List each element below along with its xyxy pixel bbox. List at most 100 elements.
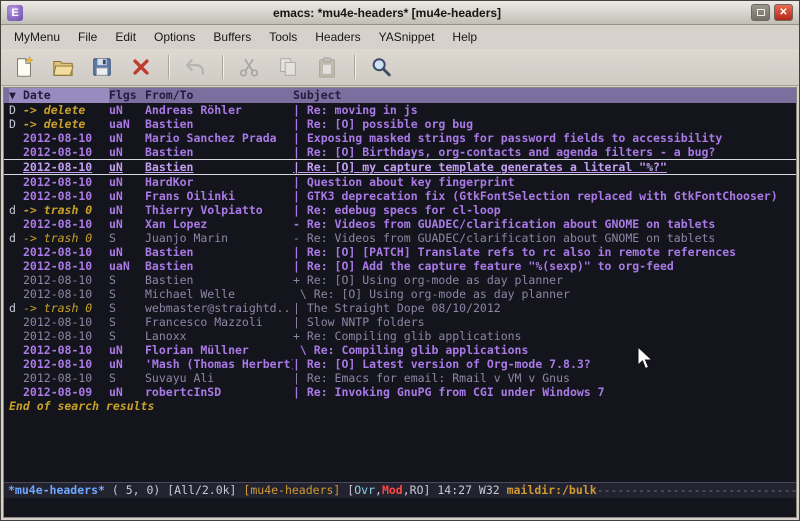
menu-tools[interactable]: Tools <box>260 27 306 47</box>
close-buffer-icon[interactable] <box>126 53 156 81</box>
col-mark <box>9 189 23 203</box>
toolbar-separator <box>354 55 356 79</box>
menu-edit[interactable]: Edit <box>106 27 145 47</box>
col-date: 2012-08-10 <box>23 217 109 231</box>
message-row[interactable]: 2012-08-10uaNBastien| Re: [O] Add the ca… <box>4 259 796 273</box>
col-subject: | Re: Invoking GnuPG from CGI under Wind… <box>293 385 796 399</box>
column-header-date[interactable]: Date <box>23 88 109 103</box>
message-row[interactable]: d-> trash 0SJuanjo Marin- Re: Videos fro… <box>4 231 796 245</box>
message-row[interactable]: 2012-08-09uNrobertcInSD| Re: Invoking Gn… <box>4 385 796 399</box>
message-row[interactable]: d-> trash 0Swebmaster@straightd...| The … <box>4 301 796 315</box>
message-row[interactable]: 2012-08-10uNMario Sanchez Prada| Exposin… <box>4 131 796 145</box>
paste-icon[interactable] <box>312 53 342 81</box>
col-subject: | Re: [O] Add the capture feature "%(sex… <box>293 259 796 273</box>
col-date: 2012-08-10 <box>23 329 109 343</box>
header-line: ▼ Date Flgs From/To Subject <box>4 88 796 103</box>
titlebar[interactable]: E emacs: *mu4e-headers* [mu4e-headers] ✕ <box>1 1 799 25</box>
frame-body: ▼ Date Flgs From/To Subject D-> deleteuN… <box>1 86 799 520</box>
undo-icon[interactable] <box>180 53 210 81</box>
search-icon[interactable] <box>366 53 396 81</box>
message-row[interactable]: 2012-08-10SMichael Welle \ Re: [O] Using… <box>4 287 796 301</box>
emacs-app-icon: E <box>7 5 23 21</box>
col-mark: D <box>9 103 23 117</box>
modeline-segment: [mu4e-headers] <box>243 483 347 497</box>
sort-arrow-icon[interactable]: ▼ <box>9 88 23 103</box>
col-mark <box>9 175 23 189</box>
col-flags: S <box>109 329 145 343</box>
cut-icon[interactable] <box>234 53 264 81</box>
maximize-button[interactable] <box>751 4 770 21</box>
message-row[interactable]: 2012-08-10SBastien+ Re: [O] Using org-mo… <box>4 273 796 287</box>
modeline: *mu4e-headers* ( 5, 0) [All/2.0k] [mu4e-… <box>4 482 796 498</box>
col-mark <box>9 385 23 399</box>
col-subject: | Exposing masked strings for password f… <box>293 131 796 145</box>
col-date: -> trash 0 <box>23 231 109 245</box>
col-from: Juanjo Marin <box>145 231 293 245</box>
col-mark <box>9 315 23 329</box>
col-date: 2012-08-10 <box>23 175 109 189</box>
col-subject: - Re: Videos from GUADEC/clarification a… <box>293 217 796 231</box>
col-from: Bastien <box>145 160 293 174</box>
modeline-segment: 14:27 W32 <box>437 483 506 497</box>
echo-area[interactable] <box>4 498 796 517</box>
menu-file[interactable]: File <box>69 27 106 47</box>
col-flags: uN <box>109 175 145 189</box>
message-list: D-> deleteuNAndreas Röhler| Re: moving i… <box>4 103 796 399</box>
message-row[interactable]: 2012-08-10SSuvayu Ali| Re: Emacs for ema… <box>4 371 796 385</box>
modeline-segment: *mu4e-headers* <box>8 483 105 497</box>
menu-help[interactable]: Help <box>443 27 486 47</box>
column-header-subject[interactable]: Subject <box>293 88 796 103</box>
buffer-empty-space <box>4 413 796 482</box>
new-file-icon[interactable] <box>9 53 39 81</box>
menu-options[interactable]: Options <box>145 27 204 47</box>
message-row[interactable]: d-> trash 0uNThierry Volpiatto| Re: edeb… <box>4 203 796 217</box>
col-from: Thierry Volpiatto <box>145 203 293 217</box>
modeline-segment: , <box>375 483 382 497</box>
col-flags: uN <box>109 357 145 371</box>
copy-icon[interactable] <box>273 53 303 81</box>
col-flags: S <box>109 273 145 287</box>
col-subject: | Re: [O] possible org bug <box>293 117 796 131</box>
col-flags: uN <box>109 145 145 159</box>
col-from: Mario Sanchez Prada <box>145 131 293 145</box>
message-row[interactable]: 2012-08-10SFrancesco Mazzoli| Slow NNTP … <box>4 315 796 329</box>
message-row[interactable]: 2012-08-10uN'Mash (Thomas Herbert)| Re: … <box>4 357 796 371</box>
message-row[interactable]: 2012-08-10uNBastien| Re: [O] Birthdays, … <box>4 145 796 159</box>
message-row[interactable]: 2012-08-10uNBastien| Re: [O] [PATCH] Tra… <box>4 245 796 259</box>
col-subject: | Re: moving in js <box>293 103 796 117</box>
col-subject: | Re: [O] my capture template generates … <box>293 160 796 174</box>
col-flags: uN <box>109 245 145 259</box>
open-folder-icon[interactable] <box>48 53 78 81</box>
column-header-flags[interactable]: Flgs <box>109 88 145 103</box>
menu-yasnippet[interactable]: YASnippet <box>370 27 444 47</box>
close-button[interactable]: ✕ <box>774 4 793 21</box>
message-row[interactable]: 2012-08-10uNXan Lopez- Re: Videos from G… <box>4 217 796 231</box>
message-row[interactable]: D-> deleteuNAndreas Röhler| Re: moving i… <box>4 103 796 117</box>
col-flags: S <box>109 287 145 301</box>
message-row[interactable]: 2012-08-10uNFlorian Müllner \ Re: Compil… <box>4 343 796 357</box>
message-row-current[interactable]: 2012-08-10uNBastien| Re: [O] my capture … <box>4 159 796 175</box>
menu-headers[interactable]: Headers <box>306 27 369 47</box>
message-row[interactable]: 2012-08-10uNFrans Oilinki| GTK3 deprecat… <box>4 189 796 203</box>
menu-buffers[interactable]: Buffers <box>204 27 260 47</box>
col-subject: \ Re: Compiling glib applications <box>293 343 796 357</box>
save-icon[interactable] <box>87 53 117 81</box>
col-flags: uN <box>109 189 145 203</box>
col-flags: S <box>109 231 145 245</box>
col-mark <box>9 273 23 287</box>
message-row[interactable]: 2012-08-10uNHardKor| Question about key … <box>4 175 796 189</box>
col-from: Xan Lopez <box>145 217 293 231</box>
col-flags: uN <box>109 385 145 399</box>
maximize-icon <box>757 9 765 16</box>
col-from: Frans Oilinki <box>145 189 293 203</box>
message-row[interactable]: 2012-08-10SLanoxx+ Re: Compiling glib ap… <box>4 329 796 343</box>
col-mark <box>9 287 23 301</box>
col-from: Lanoxx <box>145 329 293 343</box>
col-mark <box>9 245 23 259</box>
column-header-from[interactable]: From/To <box>145 88 293 103</box>
menu-mymenu[interactable]: MyMenu <box>5 27 69 47</box>
message-row[interactable]: D-> deleteuaNBastien| Re: [O] possible o… <box>4 117 796 131</box>
modeline-segment: , <box>403 483 410 497</box>
col-from: Bastien <box>145 273 293 287</box>
col-from: Florian Müllner <box>145 343 293 357</box>
